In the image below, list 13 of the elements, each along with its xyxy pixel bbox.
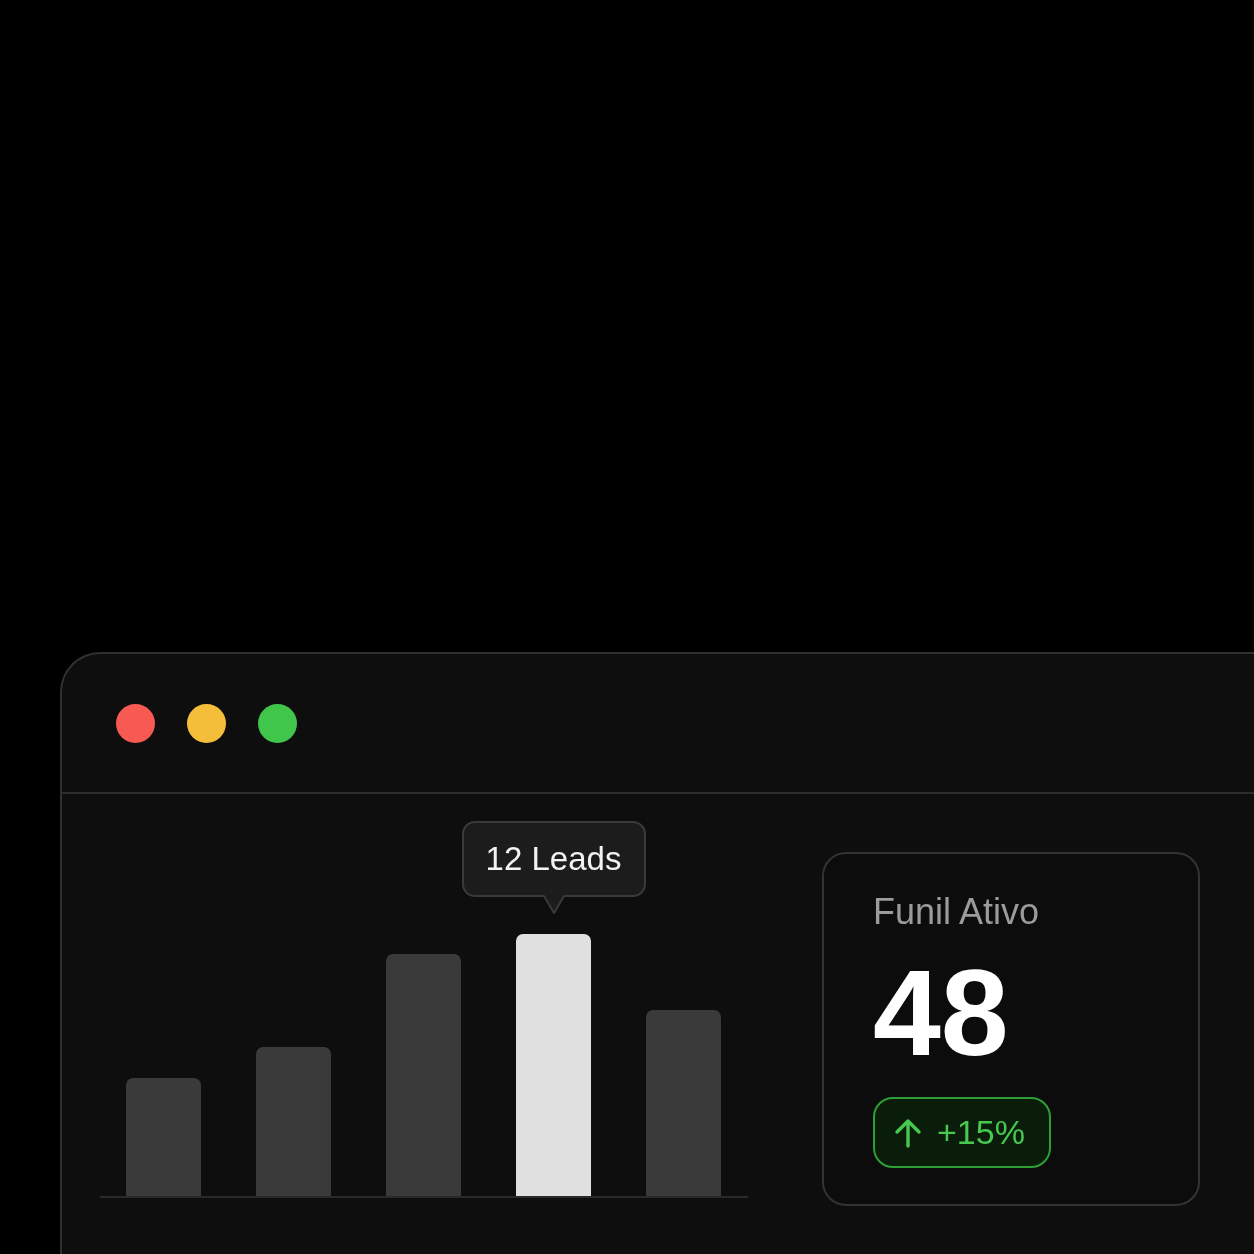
change-percent: +15% bbox=[937, 1113, 1025, 1152]
metric-value: 48 bbox=[873, 952, 1009, 1074]
tooltip: 12 Leads bbox=[461, 821, 646, 915]
minimize-button[interactable] bbox=[187, 703, 226, 743]
close-button[interactable] bbox=[116, 703, 155, 743]
chart-bar[interactable] bbox=[516, 934, 591, 1196]
chart-bar[interactable] bbox=[126, 1078, 201, 1196]
up-arrow-icon bbox=[894, 1117, 922, 1148]
metric-title: Funil Ativo bbox=[873, 890, 1040, 933]
chart-bar[interactable] bbox=[646, 1010, 721, 1196]
zoom-button[interactable] bbox=[258, 703, 297, 743]
chart-bar[interactable] bbox=[386, 954, 461, 1196]
chart-bar[interactable] bbox=[256, 1047, 331, 1196]
